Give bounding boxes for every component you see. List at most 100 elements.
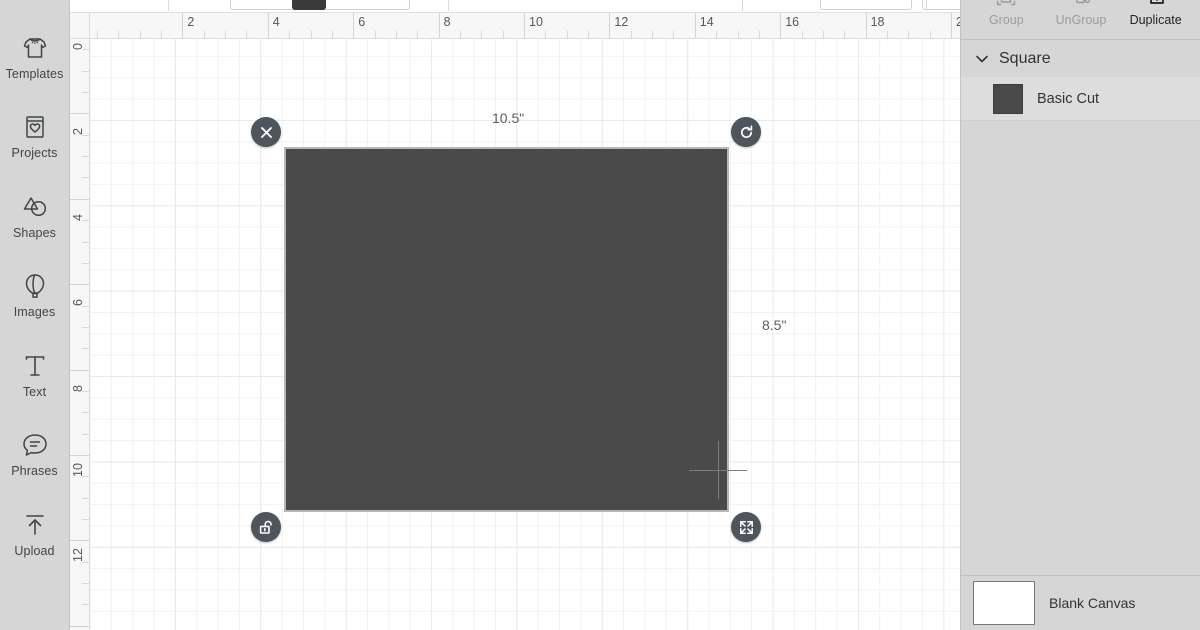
layers-action-toolbar: Group UnGroup Duplicate	[961, 0, 1200, 40]
sidebar-item-images[interactable]: Images	[0, 269, 70, 319]
ruler-major-tick	[70, 113, 89, 115]
sidebar-item-label: Shapes	[13, 225, 56, 240]
ruler-tick	[459, 31, 461, 38]
ruler-tick	[82, 326, 89, 328]
canvas-selector-label: Blank Canvas	[1049, 595, 1136, 611]
toolbar-divider	[926, 0, 927, 11]
ruler-label: 0	[71, 43, 85, 50]
ruler-tick	[331, 31, 333, 38]
ruler-tick	[82, 70, 89, 72]
ruler-label: 12	[614, 15, 629, 29]
layer-group-row[interactable]: Square	[961, 41, 1200, 77]
top-toolbar	[70, 0, 960, 13]
ruler-major-tick	[70, 625, 89, 627]
ruler-tick	[118, 31, 120, 38]
ruler-tick	[652, 31, 654, 38]
sidebar-item-label: Phrases	[11, 464, 58, 478]
upload-arrow-icon	[18, 508, 52, 542]
group-button[interactable]: Group	[971, 0, 1041, 27]
ruler-tick	[82, 262, 89, 264]
rotate-handle[interactable]	[731, 117, 761, 147]
ruler-tick	[374, 31, 376, 38]
ungroup-button-label: UnGroup	[1055, 13, 1107, 27]
ruler-tick	[139, 31, 141, 38]
ruler-tick	[844, 31, 846, 38]
ruler-tick	[545, 31, 547, 38]
color-swatch-button[interactable]	[292, 0, 326, 10]
sidebar-item-upload[interactable]: Upload	[0, 508, 70, 558]
sidebar-item-shapes[interactable]: Shapes	[0, 190, 70, 240]
ruler-tick	[289, 31, 291, 38]
ruler-label: 8	[71, 384, 85, 392]
sidebar-item-label: Images	[13, 305, 56, 319]
ruler-tick	[82, 412, 89, 414]
vertical-ruler: 02468101214	[70, 39, 90, 630]
ruler-tick	[82, 241, 89, 243]
resize-arrows-icon	[738, 519, 755, 536]
ruler-label: 10	[529, 15, 543, 29]
sidebar-item-templates[interactable]: Templates	[0, 31, 70, 81]
sidebar-item-projects[interactable]: Projects	[0, 110, 70, 160]
sidebar-item-label: Text	[22, 384, 47, 399]
ruler-tick	[82, 519, 89, 521]
ruler-major-tick	[70, 198, 89, 200]
ruler-tick	[716, 31, 718, 38]
ruler-tick	[82, 348, 89, 350]
ruler-tick	[203, 31, 205, 38]
horizontal-ruler: 2 4 6 8 10 12 14 16 18 20	[90, 13, 960, 39]
canvas-selector[interactable]: Blank Canvas	[961, 575, 1200, 630]
ruler-tick	[395, 31, 397, 38]
duplicate-button[interactable]: Duplicate	[1121, 0, 1191, 27]
ruler-tick	[737, 31, 739, 38]
ruler-corner	[70, 13, 90, 39]
canvas-thumbnail	[973, 581, 1035, 625]
ruler-tick	[630, 31, 632, 38]
design-canvas[interactable]: 10.5" 8.5"	[90, 39, 960, 630]
sidebar-item-label: Upload	[14, 543, 55, 558]
sidebar-item-phrases[interactable]: Phrases	[0, 428, 70, 478]
layer-row[interactable]: Basic Cut	[961, 77, 1200, 121]
ruler-major-tick	[70, 540, 89, 542]
ruler-label: 12	[71, 548, 85, 563]
ruler-tick	[310, 31, 312, 38]
ruler-label: 4	[71, 213, 85, 221]
arrange-icon[interactable]	[776, 0, 798, 8]
layer-color-swatch[interactable]	[993, 83, 1023, 114]
ruler-tick	[82, 497, 89, 499]
ruler-label: 6	[71, 299, 85, 307]
layers-list: Square Basic Cut	[961, 41, 1200, 121]
shapes-icon	[18, 190, 52, 224]
dashed-line-icon[interactable]	[484, 0, 506, 8]
ungroup-icon	[1068, 0, 1094, 12]
play-cursor-icon[interactable]	[552, 0, 574, 8]
chevron-down-icon[interactable]	[973, 50, 991, 68]
toolbar-divider	[448, 0, 449, 11]
toolbar-divider	[742, 0, 743, 11]
unlock-aspect-handle[interactable]	[251, 512, 281, 542]
card-heart-icon	[18, 110, 52, 144]
duplicate-icon	[1143, 0, 1169, 12]
layer-field[interactable]	[922, 0, 960, 10]
unlock-icon	[258, 519, 275, 536]
resize-handle[interactable]	[731, 512, 761, 542]
flip-field[interactable]	[820, 0, 912, 10]
sidebar-item-text[interactable]: Text	[0, 349, 70, 399]
delete-handle[interactable]	[251, 117, 281, 147]
ruler-label: 18	[870, 15, 885, 29]
ruler-tick	[822, 31, 824, 38]
ruler-major-tick	[70, 284, 89, 286]
ruler-tick	[246, 31, 248, 38]
sidebar-item-label: Templates	[5, 66, 64, 81]
align-icon[interactable]	[650, 0, 672, 8]
ungroup-button[interactable]: UnGroup	[1046, 0, 1116, 27]
ruler-label: 8	[443, 15, 451, 29]
ruler-label: 4	[272, 15, 280, 29]
ruler-tick	[82, 433, 89, 435]
ruler-major-tick	[70, 369, 89, 371]
ruler-major-tick	[70, 455, 89, 456]
ruler-tick	[758, 31, 760, 38]
shape-square[interactable]	[284, 147, 747, 512]
ruler-tick	[588, 31, 590, 38]
close-x-icon	[258, 124, 275, 141]
sidebar-item-label: Projects	[11, 146, 58, 160]
